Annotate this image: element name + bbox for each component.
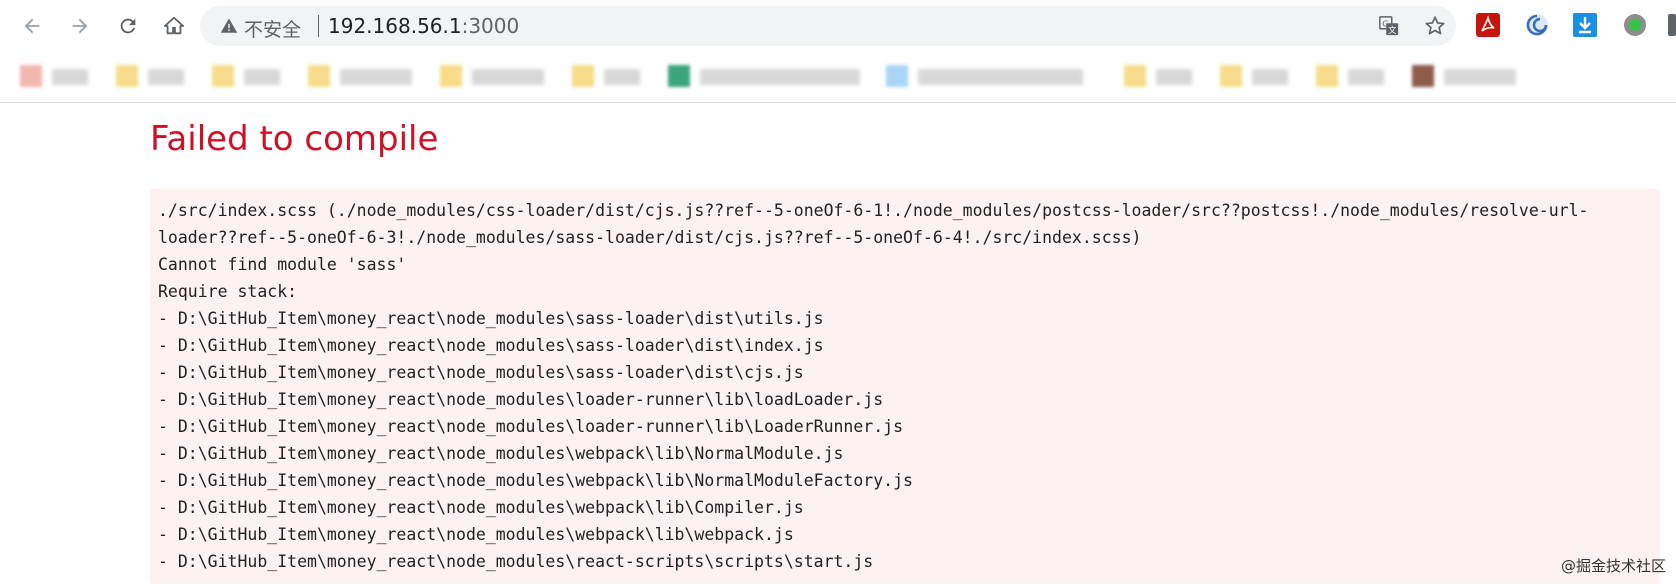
bookmark-item[interactable] — [668, 61, 868, 91]
green-dot-extension-icon[interactable] — [1622, 12, 1648, 38]
error-message-box: ./src/index.scss (./node_modules/css-loa… — [150, 189, 1660, 584]
pdf-extension-icon[interactable] — [1475, 12, 1501, 38]
forward-arrow-icon — [72, 18, 88, 34]
bookmark-label-blurred — [340, 69, 412, 85]
error-line: Require stack: — [158, 282, 298, 301]
star-icon[interactable] — [1424, 15, 1446, 37]
bookmark-favicon — [308, 65, 330, 87]
page-content: Failed to compile ./src/index.scss (./no… — [0, 103, 1676, 588]
error-line: - D:\GitHub_Item\money_react\node_module… — [158, 525, 794, 544]
url-host: 192.168.56.1 — [328, 14, 462, 38]
back-arrow-icon — [24, 18, 40, 34]
partial-extension-icon[interactable] — [1668, 12, 1676, 38]
bookmarks-bar — [0, 52, 1676, 103]
bookmark-favicon — [668, 65, 690, 87]
bookmark-label-blurred — [918, 69, 1083, 85]
bookmark-item[interactable] — [440, 61, 550, 91]
browser-toolbar: 不安全 192.168.56.1:3000 G 文 — [0, 0, 1676, 52]
address-separator — [318, 15, 319, 37]
bookmark-label-blurred — [472, 69, 544, 85]
security-label[interactable]: 不安全 — [244, 15, 301, 42]
bookmark-label-blurred — [604, 69, 640, 85]
bookmark-item[interactable] — [886, 61, 1086, 91]
bookmark-item[interactable] — [212, 61, 284, 91]
error-line: - D:\GitHub_Item\money_react\node_module… — [158, 498, 804, 517]
error-line: - D:\GitHub_Item\money_react\node_module… — [158, 552, 874, 571]
bookmark-label-blurred — [1444, 69, 1516, 85]
error-line: - D:\GitHub_Item\money_react\node_module… — [158, 417, 904, 436]
reload-icon — [120, 18, 136, 34]
bookmark-item[interactable] — [308, 61, 418, 91]
bookmark-item[interactable] — [1316, 61, 1388, 91]
translate-icon[interactable]: G 文 — [1378, 15, 1400, 37]
bookmark-label-blurred — [1156, 69, 1192, 85]
bookmark-item[interactable] — [1412, 61, 1522, 91]
bookmark-favicon — [20, 65, 42, 87]
error-line: - D:\GitHub_Item\money_react\node_module… — [158, 309, 824, 328]
forward-button[interactable] — [62, 8, 98, 44]
bookmark-favicon — [1124, 65, 1146, 87]
watermark: @掘金技术社区 — [1560, 557, 1666, 575]
error-line: - D:\GitHub_Item\money_react\node_module… — [158, 336, 824, 355]
bookmark-label-blurred — [52, 69, 88, 85]
bookmark-item[interactable] — [116, 61, 188, 91]
bookmark-item[interactable] — [572, 61, 644, 91]
svg-text:文: 文 — [1388, 25, 1396, 35]
error-line: loader??ref--5-oneOf-6-3!./node_modules/… — [158, 228, 1142, 247]
bookmark-favicon — [212, 65, 234, 87]
error-line: - D:\GitHub_Item\money_react\node_module… — [158, 444, 844, 463]
bookmark-label-blurred — [244, 69, 280, 85]
bookmark-item[interactable] — [1220, 61, 1292, 91]
error-lines: ./src/index.scss (./node_modules/css-loa… — [158, 197, 1588, 575]
error-line: Cannot find module 'sass' — [158, 255, 407, 274]
bookmark-favicon — [572, 65, 594, 87]
bookmark-item[interactable] — [1124, 61, 1196, 91]
address-bar[interactable]: 不安全 192.168.56.1:3000 G 文 — [200, 6, 1456, 46]
bookmark-favicon — [440, 65, 462, 87]
bookmark-favicon — [1220, 65, 1242, 87]
url-port: :3000 — [461, 14, 520, 38]
back-button[interactable] — [14, 8, 50, 44]
bookmark-label-blurred — [1348, 69, 1384, 85]
error-line: ./src/index.scss (./node_modules/css-loa… — [158, 201, 1589, 220]
bookmark-label-blurred — [1252, 69, 1288, 85]
bookmark-item[interactable] — [20, 61, 92, 91]
error-line: - D:\GitHub_Item\money_react\node_module… — [158, 363, 804, 382]
reload-button[interactable] — [110, 8, 146, 44]
error-line: - D:\GitHub_Item\money_react\node_module… — [158, 390, 884, 409]
bookmark-favicon — [116, 65, 138, 87]
download-extension-icon[interactable] — [1572, 12, 1598, 38]
url-text[interactable]: 192.168.56.1:3000 — [328, 14, 519, 38]
home-button[interactable] — [156, 8, 192, 44]
bookmark-favicon — [886, 65, 908, 87]
bookmark-label-blurred — [700, 69, 860, 85]
bookmark-favicon — [1316, 65, 1338, 87]
bookmark-favicon — [1412, 65, 1434, 87]
error-line: - D:\GitHub_Item\money_react\node_module… — [158, 471, 913, 490]
bookmark-label-blurred — [148, 69, 184, 85]
warning-triangle-icon[interactable] — [220, 17, 238, 35]
error-title: Failed to compile — [150, 119, 439, 159]
home-icon — [163, 16, 185, 35]
swirl-extension-icon[interactable] — [1524, 12, 1550, 38]
